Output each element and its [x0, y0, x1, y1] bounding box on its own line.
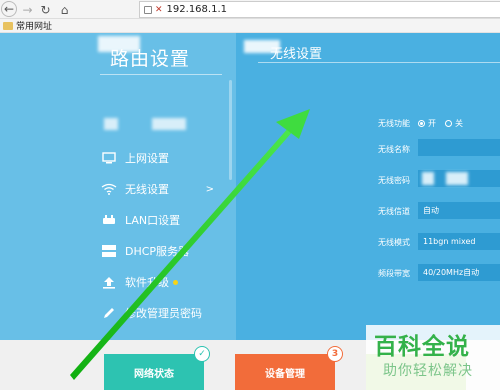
home-icon: ⌂ — [60, 2, 69, 17]
wireless-toggle: 开 关 — [418, 118, 463, 129]
check-icon: ✓ — [194, 346, 210, 362]
upload-icon — [100, 275, 118, 289]
watermark-title: 百科全说 — [374, 334, 470, 360]
sidebar-item-label: DHCP服务器 — [125, 245, 190, 258]
ssid-input[interactable] — [418, 139, 500, 156]
field-label: 频段带宽 — [378, 269, 410, 278]
sidebar-item-lan[interactable]: LAN口设置 — [100, 206, 228, 234]
back-button[interactable]: ← — [1, 1, 17, 17]
watermark-subtitle: 助你轻松解决 — [383, 363, 473, 379]
bookmark-folder[interactable]: 常用网址 — [16, 19, 52, 32]
sidebar-item-wireless[interactable]: 无线设置 > — [100, 175, 228, 203]
insecure-icon: ✕ — [155, 4, 163, 15]
chevron-right-icon: > — [205, 183, 214, 195]
radio-off-label: 关 — [455, 119, 463, 128]
mode-select[interactable]: 11bgn mixed — [418, 233, 500, 250]
network-status-tile[interactable]: 网络状态 — [104, 354, 204, 390]
page-icon — [144, 5, 152, 14]
update-dot — [173, 279, 178, 285]
forward-button[interactable]: → — [19, 1, 36, 18]
dhcp-icon — [100, 244, 118, 258]
sidebar-scrollbar[interactable] — [229, 80, 232, 180]
browser-toolbar: ← → ↻ ⌂ ✕ 192.168.1.1 — [0, 0, 500, 19]
redacted-block — [104, 118, 118, 130]
field-label: 无线模式 — [378, 238, 410, 247]
sidebar-item-admin-password[interactable]: 修改管理员密码 — [100, 299, 228, 327]
field-label: 无线功能 — [378, 119, 410, 128]
reload-button[interactable]: ↻ — [37, 1, 54, 18]
redacted-block — [446, 172, 468, 185]
divider — [100, 74, 222, 75]
radio-off[interactable] — [445, 120, 452, 127]
count-badge: 3 — [327, 346, 343, 362]
tile-label: 设备管理 — [265, 368, 305, 380]
sidebar-item-label: 上网设置 — [125, 152, 169, 165]
field-label: 无线密码 — [378, 176, 410, 185]
sidebar-item-label: LAN口设置 — [125, 214, 181, 227]
radio-on-label: 开 — [428, 119, 436, 128]
pencil-icon — [100, 306, 118, 320]
divider — [258, 62, 500, 63]
monitor-icon — [100, 151, 118, 165]
address-bar[interactable]: ✕ 192.168.1.1 — [139, 1, 500, 18]
page-title: 无线设置 — [270, 47, 323, 62]
bandwidth-value: 40/20MHz自动 — [423, 268, 480, 277]
tile-label: 网络状态 — [134, 368, 174, 380]
wifi-icon — [100, 182, 118, 196]
arrow-left-icon: ← — [3, 2, 15, 16]
sidebar-item-label: 修改管理员密码 — [125, 307, 202, 320]
redacted-block — [422, 172, 434, 185]
redacted-block — [152, 118, 186, 130]
sidebar-item-dhcp[interactable]: DHCP服务器 — [100, 237, 228, 265]
channel-value: 自动 — [423, 206, 439, 215]
router-icon — [100, 213, 118, 227]
reload-icon: ↻ — [40, 2, 51, 17]
field-label: 无线信道 — [378, 207, 410, 216]
url-text: 192.168.1.1 — [166, 4, 227, 15]
channel-select[interactable]: 自动 — [418, 202, 500, 219]
sidebar-item-internet[interactable]: 上网设置 — [100, 144, 228, 172]
arrow-right-icon: → — [22, 2, 33, 17]
home-button[interactable]: ⌂ — [56, 1, 73, 18]
bookmarks-bar: 常用网址 — [0, 19, 500, 33]
radio-on[interactable] — [418, 120, 425, 127]
sidebar-item-upgrade[interactable]: 软件升级 — [100, 268, 228, 296]
sidebar-item-label: 软件升级 — [125, 276, 169, 289]
folder-icon — [3, 21, 13, 30]
mode-value: 11bgn mixed — [423, 237, 476, 246]
sidebar-item-label: 无线设置 — [125, 183, 169, 196]
device-manage-tile[interactable]: 设备管理 — [235, 354, 335, 390]
bandwidth-select[interactable]: 40/20MHz自动 — [418, 264, 500, 281]
field-label: 无线名称 — [378, 145, 410, 154]
sidebar-title: 路由设置 — [110, 48, 191, 70]
